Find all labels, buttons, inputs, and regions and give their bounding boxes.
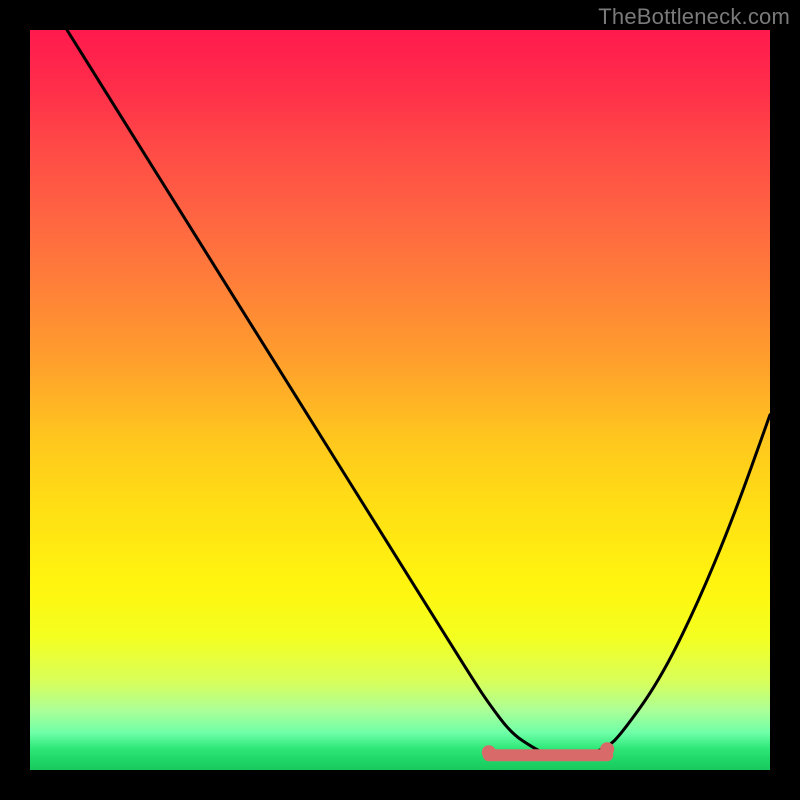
bottleneck-curve (67, 30, 770, 755)
trough-marker-start (482, 745, 496, 759)
trough-marker-end (600, 742, 614, 756)
watermark-text: TheBottleneck.com (598, 4, 790, 30)
bottleneck-chart: TheBottleneck.com (0, 0, 800, 800)
chart-overlay (30, 30, 770, 770)
